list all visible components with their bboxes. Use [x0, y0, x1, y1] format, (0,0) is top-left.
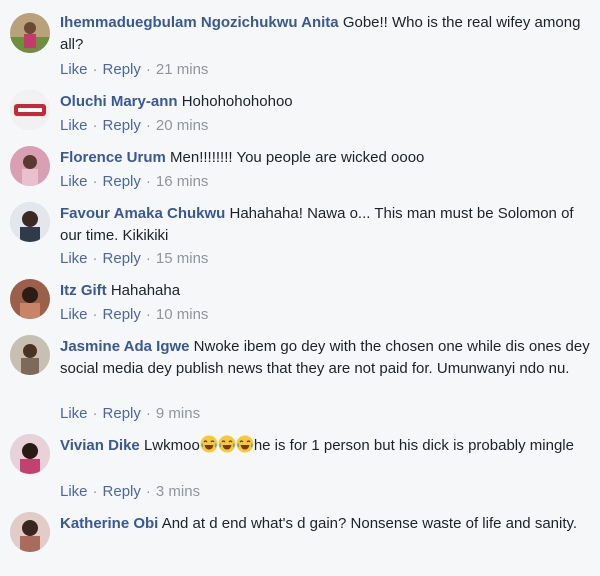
separator-dot: ·	[92, 61, 98, 78]
comment-body: Jasmine Ada Igwe Nwoke ibem go dey with …	[60, 336, 590, 380]
avatar[interactable]	[10, 512, 50, 552]
like-link[interactable]: Like	[60, 173, 88, 190]
commenter-name[interactable]: Katherine Obi	[60, 515, 158, 532]
separator-dot: ·	[145, 483, 151, 500]
commenter-name[interactable]: Ihemmaduegbulam Ngozichukwu Anita	[60, 14, 339, 31]
laughing-emoji-icon	[218, 435, 236, 453]
comment-actions: Like · Reply · 10 mins	[60, 305, 208, 325]
reply-link[interactable]: Reply	[103, 61, 141, 78]
comment-timestamp[interactable]: 21 mins	[156, 61, 209, 78]
reply-link[interactable]: Reply	[103, 483, 141, 500]
avatar[interactable]	[10, 90, 50, 130]
commenter-name[interactable]: Florence Urum	[60, 149, 166, 166]
commenter-name[interactable]: Favour Amaka Chukwu	[60, 205, 225, 222]
comment-actions: Like · Reply · 21 mins	[60, 60, 208, 80]
comment-text: And at d end what's d gain? Nonsense was…	[161, 515, 578, 532]
laughing-emoji-icon	[200, 435, 218, 453]
comment-text: Hohohohohohoo	[181, 93, 293, 110]
avatar[interactable]	[10, 202, 50, 242]
laughing-emoji-icon	[236, 435, 254, 453]
comment-actions: Like · Reply · 15 mins	[60, 249, 208, 269]
reply-link[interactable]: Reply	[103, 405, 141, 422]
like-link[interactable]: Like	[60, 483, 88, 500]
comment-body: Favour Amaka Chukwu Hahahaha! Nawa o... …	[60, 203, 590, 247]
comment-body: Katherine Obi And at d end what's d gain…	[60, 513, 590, 535]
like-link[interactable]: Like	[60, 61, 88, 78]
commenter-name[interactable]: Itz Gift	[60, 282, 107, 299]
comment-timestamp[interactable]: 9 mins	[156, 405, 200, 422]
comment-body: Vivian Dike Lwkmoo he is for 1 person but…	[60, 435, 590, 457]
separator-dot: ·	[92, 117, 98, 134]
separator-dot: ·	[145, 61, 151, 78]
separator-dot: ·	[92, 483, 98, 500]
like-link[interactable]: Like	[60, 117, 88, 134]
separator-dot: ·	[145, 117, 151, 134]
comment-text: Hahahaha	[110, 282, 181, 299]
comment-actions: Like · Reply · 16 mins	[60, 172, 208, 192]
separator-dot: ·	[145, 405, 151, 422]
comment-body: Oluchi Mary-ann Hohohohohohoo	[60, 91, 590, 113]
comment-body: Ihemmaduegbulam Ngozichukwu Anita Gobe!!…	[60, 12, 590, 56]
comment-body: Itz Gift Hahahaha	[60, 280, 590, 302]
comment-text: Men!!!!!!!! You people are wicked oooo	[170, 149, 425, 166]
separator-dot: ·	[145, 306, 151, 323]
commenter-name[interactable]: Oluchi Mary-ann	[60, 93, 178, 110]
like-link[interactable]: Like	[60, 405, 88, 422]
reply-link[interactable]: Reply	[103, 173, 141, 190]
comment-actions: Like · Reply · 20 mins	[60, 116, 208, 136]
separator-dot: ·	[92, 405, 98, 422]
reply-link[interactable]: Reply	[103, 250, 141, 267]
comment-actions: Like · Reply · 9 mins	[60, 404, 200, 424]
commenter-name[interactable]: Jasmine Ada Igwe	[60, 338, 190, 355]
separator-dot: ·	[92, 306, 98, 323]
comment-timestamp[interactable]: 15 mins	[156, 250, 209, 267]
separator-dot: ·	[92, 173, 98, 190]
comment-timestamp[interactable]: 10 mins	[156, 306, 209, 323]
commenter-name[interactable]: Vivian Dike	[60, 437, 140, 454]
comment-text: Lwkmoo	[143, 437, 200, 454]
comment-actions: Like · Reply · 3 mins	[60, 482, 200, 502]
separator-dot: ·	[145, 250, 151, 267]
comment-timestamp[interactable]: 16 mins	[156, 173, 209, 190]
like-link[interactable]: Like	[60, 250, 88, 267]
separator-dot: ·	[145, 173, 151, 190]
comment-body: Florence Urum Men!!!!!!!! You people are…	[60, 147, 590, 169]
avatar[interactable]	[10, 434, 50, 474]
comment-timestamp[interactable]: 20 mins	[156, 117, 209, 134]
like-link[interactable]: Like	[60, 306, 88, 323]
separator-dot: ·	[92, 250, 98, 267]
avatar[interactable]	[10, 279, 50, 319]
comment-timestamp[interactable]: 3 mins	[156, 483, 200, 500]
comment-text: he is for 1 person but his dick is proba…	[253, 437, 574, 454]
reply-link[interactable]: Reply	[103, 117, 141, 134]
avatar[interactable]	[10, 146, 50, 186]
avatar[interactable]	[10, 335, 50, 375]
avatar[interactable]	[10, 13, 50, 53]
reply-link[interactable]: Reply	[103, 306, 141, 323]
